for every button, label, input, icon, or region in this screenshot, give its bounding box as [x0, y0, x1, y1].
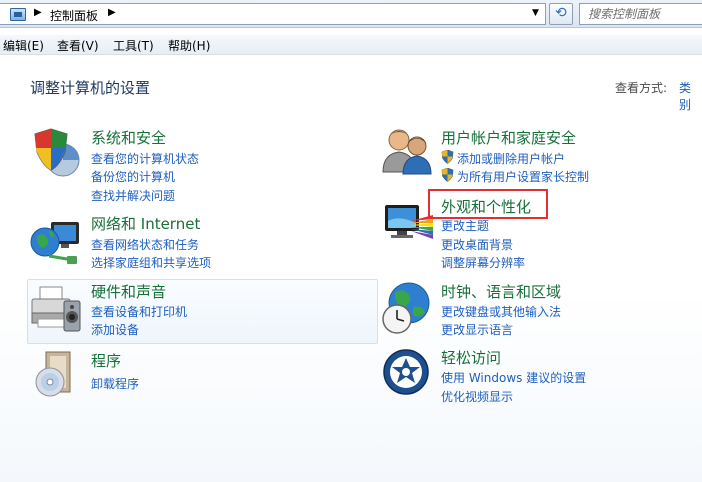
category-system-security[interactable]: 系统和安全 — [91, 127, 166, 148]
link-troubleshoot[interactable]: 查找并解决问题 — [91, 187, 175, 204]
system-security-icon[interactable] — [29, 126, 81, 178]
breadcrumb[interactable]: ▶ 控制面板 ▶ ▼ — [0, 3, 546, 25]
link-backup-computer[interactable]: 备份您的计算机 — [91, 168, 175, 185]
page-title: 调整计算机的设置 — [30, 79, 151, 97]
link-devices-printers[interactable]: 查看设备和打印机 — [91, 303, 187, 320]
clock-globe-icon[interactable] — [381, 281, 433, 335]
link-change-background[interactable]: 更改桌面背景 — [441, 236, 513, 253]
appearance-icon[interactable] — [381, 201, 435, 249]
menu-help[interactable]: 帮助(H) — [168, 37, 210, 54]
category-ease-of-access[interactable]: 轻松访问 — [441, 347, 501, 368]
menu-view[interactable]: 查看(V) — [57, 37, 99, 54]
breadcrumb-arrow-icon[interactable]: ▶ — [34, 7, 42, 18]
refresh-icon: ⟲ — [555, 5, 567, 21]
link-network-status[interactable]: 查看网络状态和任务 — [91, 236, 199, 253]
search-input[interactable] — [580, 4, 700, 24]
link-optimize-visual-display[interactable]: 优化视频显示 — [441, 388, 513, 405]
link-add-device[interactable]: 添加设备 — [91, 321, 139, 338]
menu-bar: 编辑(E) 查看(V) 工具(T) 帮助(H) — [0, 35, 702, 55]
category-hardware-sound[interactable]: 硬件和声音 — [91, 281, 166, 302]
link-change-theme[interactable]: 更改主题 — [441, 217, 489, 234]
refresh-button[interactable]: ⟲ — [549, 3, 573, 25]
breadcrumb-control-panel[interactable]: 控制面板 — [50, 7, 98, 24]
link-change-keyboard[interactable]: 更改键盘或其他输入法 — [441, 303, 561, 320]
category-programs[interactable]: 程序 — [91, 350, 121, 371]
uac-shield-icon — [441, 150, 454, 164]
category-network-internet[interactable]: 网络和 Internet — [91, 213, 200, 234]
programs-icon[interactable] — [30, 350, 80, 400]
uac-shield-icon — [441, 168, 454, 182]
search-box[interactable] — [579, 3, 702, 25]
ease-of-access-icon[interactable] — [381, 347, 431, 397]
link-parental-controls[interactable]: 为所有用户设置家长控制 — [457, 168, 589, 185]
printer-icon[interactable] — [30, 283, 82, 335]
link-change-display-language[interactable]: 更改显示语言 — [441, 321, 513, 338]
control-panel-content: 调整计算机的设置 查看方式: 类别 系统和安全 查看您的计算机状态 备份您的计算… — [0, 56, 702, 482]
view-by-label: 查看方式: — [615, 81, 668, 95]
menu-edit[interactable]: 编辑(E) — [3, 37, 44, 54]
breadcrumb-arrow-icon[interactable]: ▶ — [108, 7, 116, 18]
link-screen-resolution[interactable]: 调整屏幕分辨率 — [441, 254, 525, 271]
users-icon[interactable] — [381, 126, 435, 176]
address-bar: ▶ 控制面板 ▶ ▼ ⟲ — [0, 0, 702, 28]
category-user-accounts[interactable]: 用户帐户和家庭安全 — [441, 127, 576, 148]
category-appearance-personalization[interactable]: 外观和个性化 — [441, 196, 531, 217]
link-homegroup-sharing[interactable]: 选择家庭组和共享选项 — [91, 254, 211, 271]
link-windows-recommended-settings[interactable]: 使用 Windows 建议的设置 — [441, 369, 586, 386]
category-clock-language-region[interactable]: 时钟、语言和区域 — [441, 281, 561, 302]
link-add-remove-accounts[interactable]: 添加或删除用户帐户 — [457, 150, 565, 167]
network-icon[interactable] — [29, 216, 83, 270]
link-view-computer-status[interactable]: 查看您的计算机状态 — [91, 150, 199, 167]
chevron-down-icon[interactable]: ▼ — [532, 8, 539, 18]
control-panel-icon — [10, 8, 26, 21]
link-uninstall-program[interactable]: 卸载程序 — [91, 375, 139, 392]
menu-tools[interactable]: 工具(T) — [113, 37, 154, 54]
view-by-dropdown[interactable]: 类别 — [679, 79, 702, 113]
